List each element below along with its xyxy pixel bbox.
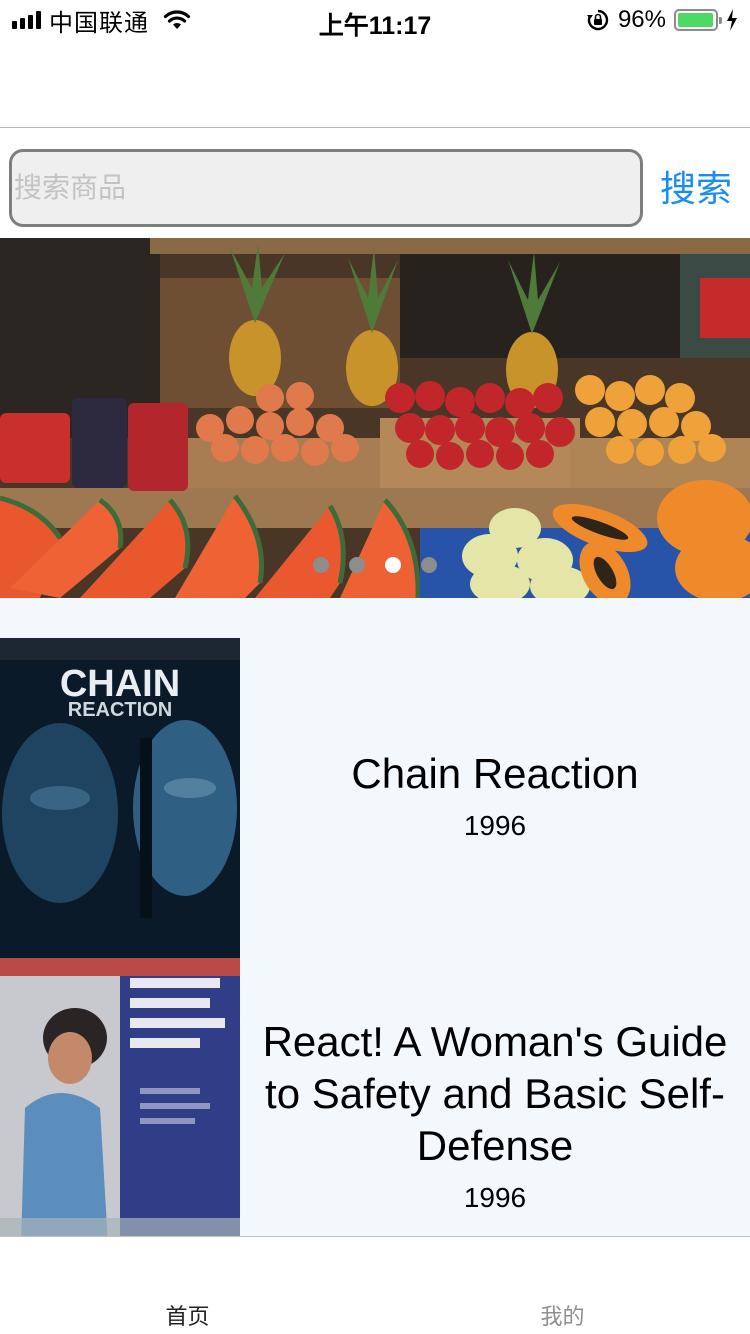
carousel-dot[interactable] — [349, 557, 365, 573]
carousel-dot[interactable] — [313, 557, 329, 573]
movie-year: 1996 — [463, 810, 527, 841]
tab-mine[interactable]: 我的 — [375, 1303, 750, 1331]
rotation-lock-icon — [586, 9, 609, 31]
status-bar: 中国联通 上午11:17 96% — [0, 0, 750, 40]
carousel-dots[interactable] — [0, 557, 750, 573]
carousel-dot[interactable] — [421, 557, 437, 573]
list-item[interactable]: React! A Woman's Guide to Safety and Bas… — [0, 958, 750, 1236]
tab-bar: 首页 我的 — [0, 1236, 750, 1334]
battery-level — [678, 13, 713, 27]
movie-title: Chain Reaction — [351, 750, 639, 797]
movie-poster — [0, 958, 240, 1236]
charging-icon — [727, 9, 737, 31]
movie-list: CHAIN REACTION Chain Reaction 1996 React… — [0, 598, 750, 1236]
navigation-bar — [0, 40, 750, 128]
list-item[interactable]: CHAIN REACTION Chain Reaction 1996 — [0, 638, 750, 958]
carousel-dot[interactable] — [385, 557, 401, 573]
search-bar: 搜索 — [0, 128, 750, 238]
movie-info: Chain Reaction 1996 — [240, 748, 750, 842]
movie-title: React! A Woman's Guide to Safety and Bas… — [262, 1018, 728, 1169]
tab-home[interactable]: 首页 — [0, 1303, 375, 1331]
movie-year: 1996 — [463, 1182, 527, 1213]
battery-icon — [674, 9, 722, 31]
movie-info: React! A Woman's Guide to Safety and Bas… — [240, 1016, 750, 1214]
search-input[interactable] — [9, 149, 643, 227]
banner-image — [0, 238, 750, 598]
svg-text:REACTION: REACTION — [68, 699, 172, 721]
movie-poster: CHAIN REACTION — [0, 638, 240, 958]
status-right: 96% — [586, 6, 738, 34]
banner-carousel[interactable] — [0, 238, 750, 598]
battery-percent: 96% — [617, 6, 666, 33]
search-button[interactable]: 搜索 — [650, 156, 742, 216]
